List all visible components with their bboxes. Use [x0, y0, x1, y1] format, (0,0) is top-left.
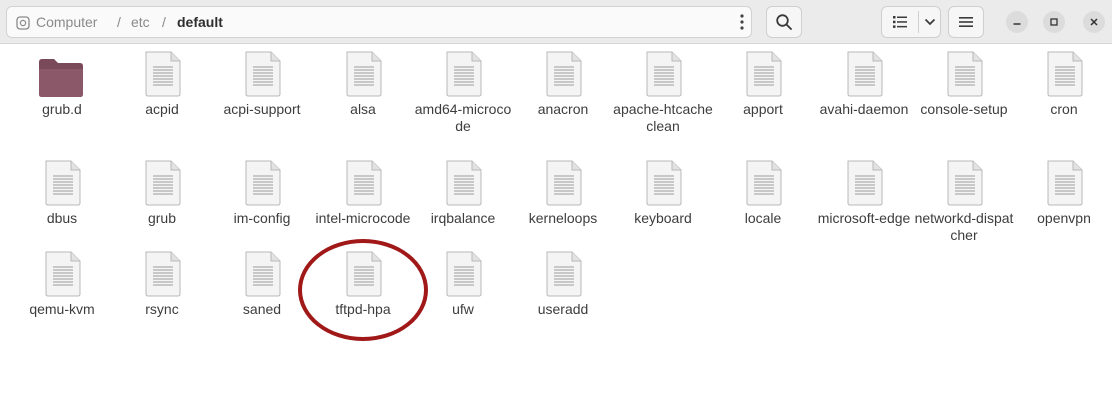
- path-bar[interactable]: Computer / etc / default: [6, 6, 752, 38]
- breadcrumb-default[interactable]: default: [177, 14, 223, 30]
- file-name-label: apport: [743, 101, 783, 117]
- text-file-icon: [42, 159, 84, 207]
- search-button[interactable]: [766, 6, 802, 38]
- file-name-label: qemu-kvm: [29, 301, 95, 317]
- file-name-label: intel-microcode: [315, 210, 411, 226]
- text-file-icon: [242, 159, 284, 207]
- list-view-button[interactable]: [882, 7, 918, 37]
- minimize-icon: [1013, 23, 1021, 25]
- drive-icon[interactable]: [16, 16, 30, 30]
- text-file-icon: [944, 159, 986, 207]
- text-file-icon: [643, 159, 685, 207]
- text-file-icon: [643, 50, 685, 98]
- text-file-icon: [343, 250, 385, 298]
- text-file-icon: [944, 50, 986, 98]
- text-file-icon: [242, 250, 284, 298]
- breadcrumb-separator: /: [117, 14, 121, 30]
- view-options-button[interactable]: [919, 7, 941, 37]
- file-name-label: grub.d: [42, 101, 82, 117]
- file-name-label: networkd-dispatcher: [914, 210, 1014, 243]
- vertical-dots-icon[interactable]: [734, 12, 750, 32]
- header-bar: Computer / etc / default: [0, 0, 1112, 44]
- text-file-icon: [743, 50, 785, 98]
- file-name-label: acpi-support: [223, 101, 301, 117]
- file-name-label: cron: [1050, 101, 1078, 117]
- file-name-label: amd64-microcode: [414, 101, 512, 134]
- file-name-label: alsa: [350, 101, 376, 117]
- hamburger-menu-icon: [959, 17, 973, 27]
- file-name-label: tftpd-hpa: [335, 301, 391, 317]
- chevron-down-icon: [924, 18, 936, 26]
- list-view-icon: [893, 16, 907, 28]
- file-name-label: anacron: [537, 101, 589, 117]
- text-file-icon: [743, 159, 785, 207]
- file-name-label: locale: [744, 210, 782, 226]
- folder-icon: [37, 53, 83, 101]
- breadcrumb-computer[interactable]: Computer: [36, 14, 97, 30]
- text-file-icon: [443, 50, 485, 98]
- text-file-icon: [42, 250, 84, 298]
- text-file-icon: [543, 50, 585, 98]
- text-file-icon: [142, 50, 184, 98]
- breadcrumb-separator: /: [162, 14, 166, 30]
- text-file-icon: [543, 159, 585, 207]
- file-name-label: microsoft-edge: [817, 210, 911, 226]
- minimize-button[interactable]: [1006, 11, 1028, 33]
- file-name-label: acpid: [145, 101, 179, 117]
- text-file-icon: [343, 159, 385, 207]
- file-name-label: irqbalance: [430, 210, 496, 226]
- text-file-icon: [343, 50, 385, 98]
- maximize-button[interactable]: [1043, 11, 1065, 33]
- file-name-label: ufw: [452, 301, 474, 317]
- file-name-label: openvpn: [1037, 210, 1091, 226]
- file-name-label: dbus: [46, 210, 78, 226]
- file-name-label: useradd: [537, 301, 589, 317]
- file-name-label: kerneloops: [528, 210, 598, 226]
- maximize-icon: [1050, 18, 1058, 26]
- file-name-label: grub: [147, 210, 177, 226]
- text-file-icon: [142, 159, 184, 207]
- close-button[interactable]: [1083, 11, 1105, 33]
- file-name-label: apache-htcacheclean: [613, 101, 713, 134]
- file-name-label: console-setup: [920, 101, 1008, 117]
- text-file-icon: [844, 50, 886, 98]
- file-name-label: saned: [242, 301, 282, 317]
- close-icon: [1090, 18, 1098, 26]
- file-name-label: im-config: [233, 210, 291, 226]
- file-name-label: keyboard: [634, 210, 692, 226]
- search-icon: [776, 14, 792, 30]
- breadcrumb-etc[interactable]: etc: [131, 14, 150, 30]
- file-name-label: avahi-daemon: [819, 101, 909, 117]
- text-file-icon: [1044, 50, 1086, 98]
- text-file-icon: [844, 159, 886, 207]
- text-file-icon: [142, 250, 184, 298]
- text-file-icon: [443, 159, 485, 207]
- text-file-icon: [443, 250, 485, 298]
- view-switcher[interactable]: [881, 6, 941, 38]
- file-name-label: rsync: [145, 301, 179, 317]
- text-file-icon: [242, 50, 284, 98]
- text-file-icon: [1044, 159, 1086, 207]
- text-file-icon: [543, 250, 585, 298]
- main-menu-button[interactable]: [948, 6, 984, 38]
